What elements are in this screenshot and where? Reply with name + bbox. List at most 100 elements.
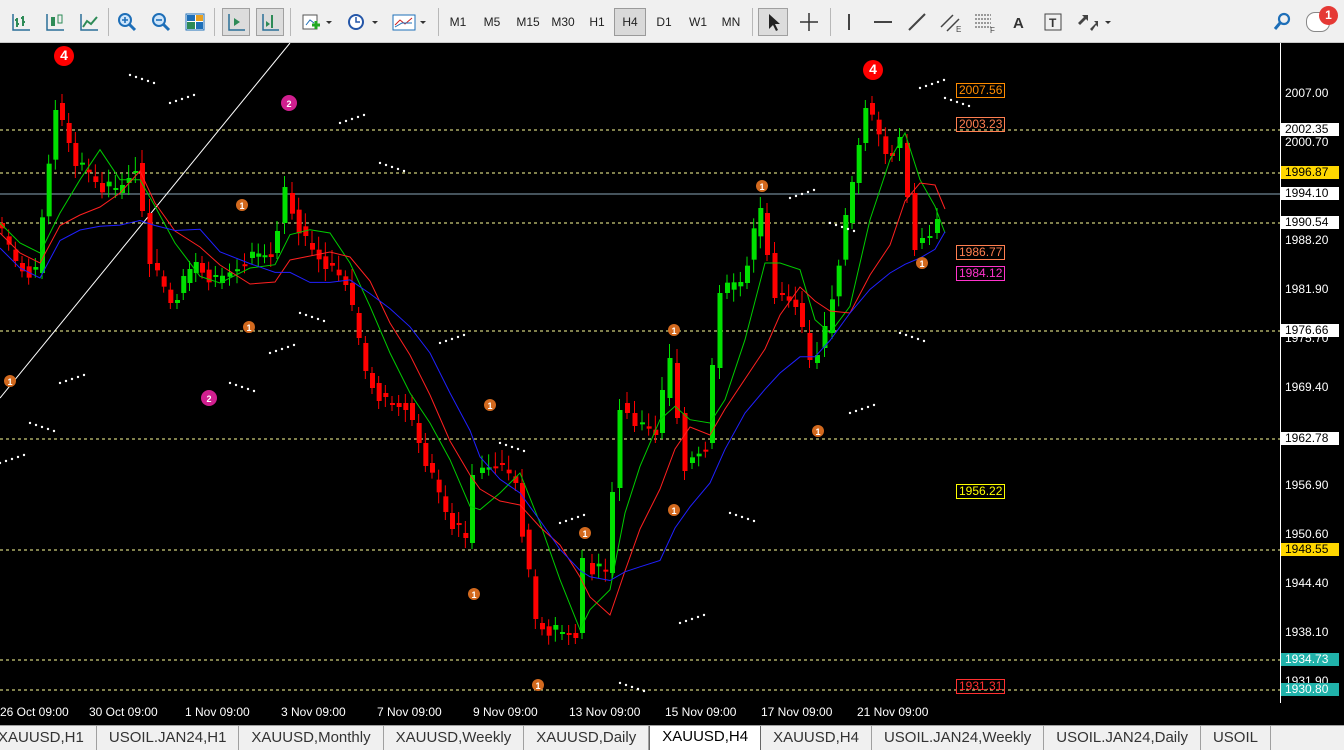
price-axis: 2007.00 2000.70 1988.20 1981.90 1975.70 … <box>1280 43 1344 703</box>
candle-body <box>396 403 402 407</box>
tab-usoil[interactable]: USOIL <box>1201 726 1271 750</box>
notification-icon[interactable]: 1 <box>1306 6 1338 36</box>
zoom-in-icon[interactable] <box>114 8 140 36</box>
time-tick: 3 Nov 09:00 <box>281 705 346 719</box>
periods-clock-icon[interactable] <box>342 8 382 36</box>
tab-xauusd-h4[interactable]: XAUUSD,H4 <box>761 726 872 750</box>
candle-body <box>383 393 389 397</box>
sar-dot <box>168 101 172 105</box>
time-tick: 7 Nov 09:00 <box>377 705 442 719</box>
crosshair-icon[interactable] <box>794 8 824 36</box>
cursor-icon[interactable] <box>758 8 788 36</box>
candle-body <box>275 231 280 253</box>
sar-dot <box>734 513 738 517</box>
sar-dot <box>684 619 688 623</box>
chart-shift-icon[interactable] <box>256 8 284 36</box>
wave-marker-label: 1 <box>582 529 587 539</box>
text-label-icon[interactable]: T <box>1040 8 1066 36</box>
candle-body <box>456 523 462 525</box>
auto-scroll-icon[interactable] <box>222 8 250 36</box>
tab-xauusd-monthly[interactable]: XAUUSD,Monthly <box>239 726 384 750</box>
candle-body <box>262 255 268 258</box>
trendline-icon[interactable] <box>902 8 932 36</box>
sar-dot <box>234 383 238 387</box>
candle-body <box>376 383 382 401</box>
tab-usoil-weekly[interactable]: USOIL.JAN24,Weekly <box>872 726 1045 750</box>
indicators-icon[interactable] <box>298 8 334 36</box>
candle-body <box>836 265 842 297</box>
sar-dot <box>812 188 816 192</box>
price-tick: 1981.90 <box>1285 282 1329 296</box>
zoom-out-icon[interactable] <box>148 8 174 36</box>
candle-body <box>423 443 429 466</box>
candle-body <box>856 145 862 183</box>
time-tick: 21 Nov 09:00 <box>857 705 929 719</box>
tab-xauusd-weekly[interactable]: XAUUSD,Weekly <box>384 726 525 750</box>
timeframe-h1[interactable]: H1 <box>581 8 613 36</box>
time-tick: 30 Oct 09:00 <box>89 705 158 719</box>
candle-body <box>640 422 645 425</box>
candle-body <box>147 213 153 264</box>
tab-xauusd-daily[interactable]: XAUUSD,Daily <box>524 726 650 750</box>
candlestick-chart-icon[interactable] <box>42 8 68 36</box>
candle-body <box>470 475 475 543</box>
candle-body <box>46 163 52 217</box>
bar-chart-icon[interactable] <box>8 8 34 36</box>
sar-dot <box>52 429 56 433</box>
chart-area[interactable]: 4 2 2 4 1 1 1 1 1 1 1 1 1 1 1 1 2007.56 2003.23 1986.77… <box>0 43 1280 703</box>
timeframe-m1[interactable]: M1 <box>442 8 474 36</box>
level-label-1931-31: 1931.31 <box>956 679 1006 694</box>
sar-dot <box>252 389 256 393</box>
tab-usoil-daily[interactable]: USOIL.JAN24,Daily <box>1044 726 1201 750</box>
candle-body <box>416 423 422 443</box>
timeframe-w1[interactable]: W1 <box>682 8 714 36</box>
fibonacci-icon[interactable]: F <box>970 8 1000 36</box>
equidistant-channel-icon[interactable]: E <box>936 8 966 36</box>
sar-dot <box>34 423 38 427</box>
timeframe-mn[interactable]: MN <box>715 8 747 36</box>
candle-body <box>296 209 302 234</box>
price-chart[interactable]: 4 2 2 4 1 1 1 1 1 1 1 1 1 1 1 1 <box>0 43 1280 703</box>
sar-dot <box>852 229 856 233</box>
sar-dot <box>510 445 514 449</box>
text-icon[interactable]: A <box>1006 8 1032 36</box>
timeframe-m15[interactable]: M15 <box>511 8 545 36</box>
time-tick: 1 Nov 09:00 <box>185 705 250 719</box>
sar-dot <box>134 75 138 79</box>
sar-dot <box>955 100 959 104</box>
templates-icon[interactable] <box>388 8 430 36</box>
candle-body <box>807 333 813 360</box>
candle-body <box>168 289 174 303</box>
line-chart-icon[interactable] <box>76 8 102 36</box>
timeframe-d1[interactable]: D1 <box>648 8 680 36</box>
price-tick: 1969.40 <box>1285 380 1329 394</box>
sar-dot <box>128 73 132 77</box>
vertical-line-icon[interactable] <box>836 8 862 36</box>
toolbar: M1 M5 M15 M30 H1 H4 D1 W1 MN E F A T 1 <box>0 0 1344 43</box>
sar-dot <box>848 411 852 415</box>
candle-body <box>350 283 355 305</box>
sar-dot <box>618 681 622 685</box>
tab-xauusd-h1[interactable]: XAUUSD,H1 <box>0 726 97 750</box>
candle-body <box>13 249 19 261</box>
candle-body <box>883 136 889 154</box>
sar-dot <box>558 521 562 525</box>
current-price-box: 1994.10 <box>1281 187 1339 200</box>
notification-count: 1 <box>1319 6 1338 25</box>
sar-dot <box>146 79 150 83</box>
tab-usoil-h1[interactable]: USOIL.JAN24,H1 <box>97 726 240 750</box>
arrows-icon[interactable] <box>1074 8 1114 36</box>
sar-dot <box>967 104 971 108</box>
tile-windows-icon[interactable] <box>182 8 208 36</box>
candle-body <box>731 282 737 290</box>
search-icon[interactable] <box>1270 8 1296 36</box>
horizontal-line-icon[interactable] <box>868 8 898 36</box>
timeframe-m30[interactable]: M30 <box>546 8 580 36</box>
sar-dot <box>930 82 934 86</box>
timeframe-m5[interactable]: M5 <box>476 8 508 36</box>
timeframe-h4[interactable]: H4 <box>614 8 646 36</box>
sar-dot <box>834 223 838 227</box>
tab-xauusd-h4-active[interactable]: XAUUSD,H4 <box>649 726 762 750</box>
sar-dot <box>740 515 744 519</box>
wave-marker-label: 1 <box>759 182 764 192</box>
